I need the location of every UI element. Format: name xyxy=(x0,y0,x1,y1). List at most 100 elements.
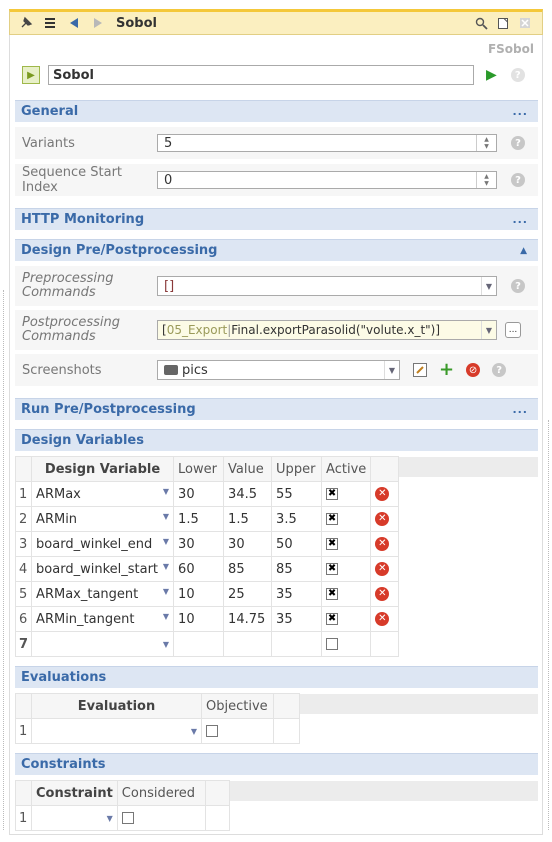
delete-cell[interactable]: ✕ xyxy=(370,556,400,582)
active-checkbox[interactable]: ✖ xyxy=(326,488,339,500)
variants-spinner[interactable]: 5 ▲ ▼ xyxy=(157,134,497,152)
lower-cell[interactable]: 1.5 xyxy=(173,506,225,532)
design-variable-cell[interactable]: ARMax ▼ xyxy=(31,481,175,507)
design-variable-cell[interactable]: board_winkel_start ▼ xyxy=(31,556,175,582)
objective-cell[interactable] xyxy=(201,718,274,744)
col-evaluation[interactable]: Evaluation xyxy=(31,693,202,719)
delete-row-icon[interactable]: ✕ xyxy=(375,612,390,626)
delete-cell[interactable]: ✕ xyxy=(370,531,400,557)
design-variable-cell[interactable]: ARMin ▼ xyxy=(31,506,175,532)
active-cell[interactable]: ✖ xyxy=(321,481,372,507)
forward-icon[interactable] xyxy=(90,15,106,31)
col-constraint[interactable]: Constraint xyxy=(31,780,118,806)
col-value[interactable]: Value xyxy=(223,456,273,482)
design-variable-cell[interactable]: ARMax_tangent ▼ xyxy=(31,581,175,607)
active-checkbox[interactable]: ✖ xyxy=(326,588,339,600)
value-cell[interactable] xyxy=(223,631,273,657)
delete-row-icon[interactable]: ✕ xyxy=(375,587,390,601)
dropdown-arrow-icon[interactable]: ▼ xyxy=(163,587,169,596)
dropdown-arrow-icon[interactable]: ▼ xyxy=(163,537,169,546)
sequence-spinner[interactable]: 0 ▲ ▼ xyxy=(157,171,497,189)
col-upper[interactable]: Upper xyxy=(271,456,323,482)
upper-cell[interactable]: 50 xyxy=(271,531,323,557)
upper-cell[interactable]: 3.5 xyxy=(271,506,323,532)
help-icon[interactable]: ? xyxy=(511,136,525,150)
active-cell[interactable]: ✖ xyxy=(321,531,372,557)
lower-cell[interactable] xyxy=(173,631,225,657)
section-design-prepost[interactable]: Design Pre/Postprocessing ▲ xyxy=(15,239,538,261)
value-cell[interactable]: 34.5 xyxy=(223,481,273,507)
delete-row-icon[interactable]: ✕ xyxy=(375,562,390,576)
col-considered[interactable]: Considered xyxy=(116,780,206,806)
section-run-prepost[interactable]: Run Pre/Postprocessing ... xyxy=(15,398,538,420)
constraint-cell[interactable]: ▼ xyxy=(31,805,118,831)
active-checkbox[interactable]: ✖ xyxy=(326,538,339,550)
back-icon[interactable] xyxy=(66,15,82,31)
close-icon[interactable] xyxy=(518,16,532,30)
upper-cell[interactable]: 85 xyxy=(271,556,323,582)
upper-cell[interactable]: 35 xyxy=(271,581,323,607)
delete-row-icon[interactable]: ✕ xyxy=(375,487,390,501)
value-cell[interactable]: 14.75 xyxy=(223,606,273,632)
value-cell[interactable]: 25 xyxy=(223,581,273,607)
screenshots-combo[interactable]: pics ▼ xyxy=(157,360,400,380)
dropdown-arrow-icon[interactable]: ▼ xyxy=(163,640,169,649)
dropdown-arrow-icon[interactable]: ▼ xyxy=(481,321,496,339)
section-http-monitoring[interactable]: HTTP Monitoring ... xyxy=(15,208,538,230)
section-design-variables[interactable]: Design Variables xyxy=(15,429,538,451)
dropdown-arrow-icon[interactable]: ▼ xyxy=(107,814,113,823)
section-constraints[interactable]: Constraints xyxy=(15,753,538,775)
help-icon[interactable]: ? xyxy=(511,173,525,187)
spinner-arrows[interactable]: ▲ ▼ xyxy=(476,172,496,188)
help-icon[interactable]: ? xyxy=(510,68,525,82)
active-cell[interactable]: ✖ xyxy=(321,506,372,532)
dropdown-arrow-icon[interactable]: ▼ xyxy=(384,361,399,379)
help-icon[interactable]: ? xyxy=(492,363,507,377)
active-checkbox[interactable] xyxy=(326,638,339,650)
section-general[interactable]: General ... xyxy=(15,100,538,122)
design-variable-cell[interactable]: ▼ xyxy=(31,631,175,657)
col-objective[interactable]: Objective xyxy=(201,693,274,719)
col-active[interactable]: Active xyxy=(321,456,372,482)
value-cell[interactable]: 1.5 xyxy=(223,506,273,532)
postprocessing-combo[interactable]: [ 05_Export | Final.exportParasolid("vol… xyxy=(157,320,497,340)
upper-cell[interactable]: 35 xyxy=(271,606,323,632)
active-cell[interactable]: ✖ xyxy=(321,556,372,582)
lower-cell[interactable]: 60 xyxy=(173,556,225,582)
delete-cell[interactable]: ✕ xyxy=(370,506,400,532)
delete-cell[interactable]: ✕ xyxy=(370,606,400,632)
active-checkbox[interactable]: ✖ xyxy=(326,563,339,575)
delete-cell[interactable]: ✕ xyxy=(370,481,400,507)
value-cell[interactable]: 85 xyxy=(223,556,273,582)
dropdown-arrow-icon[interactable]: ▼ xyxy=(163,512,169,521)
edit-icon[interactable] xyxy=(413,363,427,377)
pin-icon[interactable] xyxy=(18,15,34,31)
col-lower[interactable]: Lower xyxy=(173,456,225,482)
spinner-arrows[interactable]: ▲ ▼ xyxy=(476,135,496,151)
preprocessing-combo[interactable]: [] ▼ xyxy=(157,276,497,296)
active-cell[interactable]: ✖ xyxy=(321,581,372,607)
dropdown-arrow-icon[interactable]: ▼ xyxy=(163,612,169,621)
upper-cell[interactable]: 55 xyxy=(271,481,323,507)
run-icon[interactable]: ▶ xyxy=(486,67,497,83)
window-icon[interactable] xyxy=(496,16,510,30)
lower-cell[interactable]: 30 xyxy=(173,481,225,507)
active-checkbox[interactable]: ✖ xyxy=(326,613,339,625)
active-checkbox[interactable]: ✖ xyxy=(326,513,339,525)
menu-icon[interactable] xyxy=(42,15,58,31)
objective-checkbox[interactable] xyxy=(206,725,218,737)
value-cell[interactable]: 30 xyxy=(223,531,273,557)
name-input[interactable]: Sobol xyxy=(48,65,474,85)
considered-checkbox[interactable] xyxy=(121,812,134,824)
add-icon[interactable]: + xyxy=(439,361,454,379)
section-evaluations[interactable]: Evaluations xyxy=(15,666,538,688)
lower-cell[interactable]: 10 xyxy=(173,606,225,632)
search-icon[interactable] xyxy=(474,16,488,30)
evaluation-cell[interactable]: ▼ xyxy=(31,718,202,744)
help-icon[interactable]: ? xyxy=(511,279,525,293)
design-variable-cell[interactable]: board_winkel_end ▼ xyxy=(31,531,175,557)
upper-cell[interactable] xyxy=(271,631,323,657)
delete-row-icon[interactable]: ✕ xyxy=(375,512,390,526)
active-cell[interactable] xyxy=(321,631,372,657)
lower-cell[interactable]: 10 xyxy=(173,581,225,607)
